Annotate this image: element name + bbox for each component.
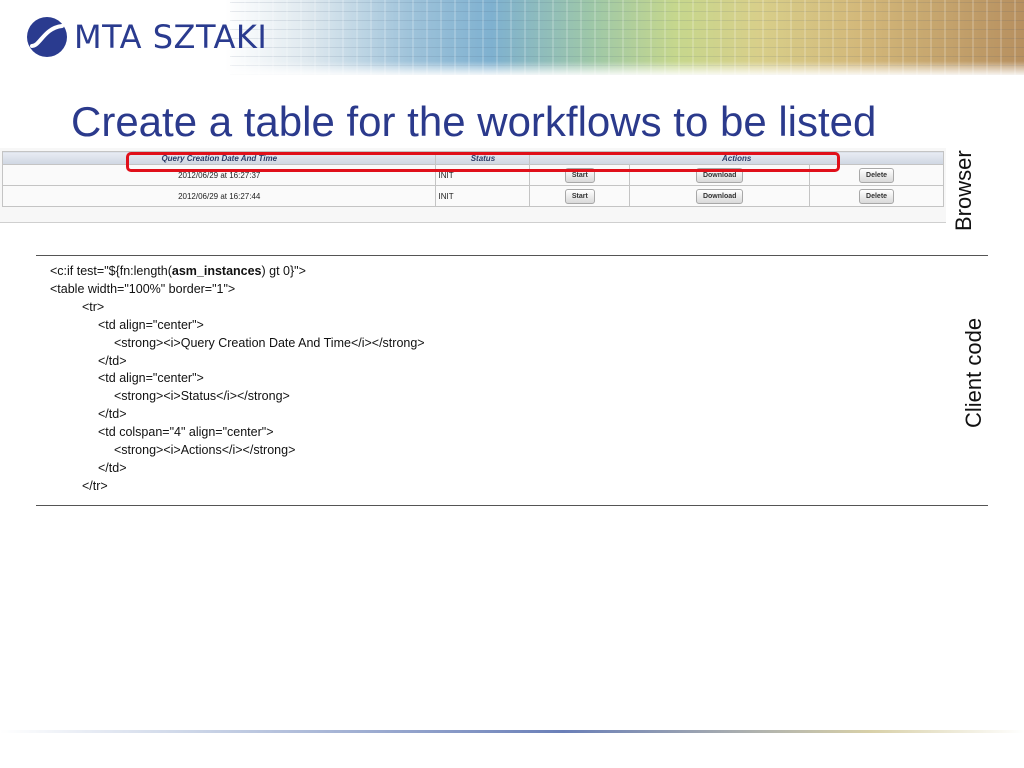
client-code-block: <c:if test="${fn:length(asm_instances) g…	[50, 263, 425, 496]
row-status: INIT	[435, 185, 531, 207]
code-line: </td>	[98, 353, 127, 368]
sztaki-logo-icon	[27, 17, 67, 57]
delete-button[interactable]: Delete	[859, 188, 895, 204]
workflow-table: Query Creation Date And Time Status Acti…	[1, 151, 944, 207]
code-line: </td>	[98, 460, 127, 475]
row-status: INIT	[435, 164, 531, 186]
code-line: <td align="center">	[98, 371, 204, 386]
footer-line	[0, 730, 1024, 733]
row-date: 2012/06/29 at 16:27:44	[1, 185, 437, 207]
code-line: <td align="center">	[98, 317, 204, 332]
table-row: 2012/06/29 at 16:27:44 INIT Start Downlo…	[1, 185, 944, 207]
code-line: <strong><i>Status</i></strong>	[114, 389, 290, 404]
browser-label: Browser	[951, 150, 976, 231]
code-line: <tr>	[82, 299, 105, 314]
code-line: <strong><i>Actions</i></strong>	[114, 443, 296, 458]
table-row: 2012/06/29 at 16:27:37 INIT Start Downlo…	[1, 164, 944, 186]
download-button[interactable]: Download	[695, 188, 744, 204]
code-line: <strong><i>Query Creation Date And Time<…	[114, 335, 425, 350]
browser-screenshot: Query Creation Date And Time Status Acti…	[0, 148, 946, 223]
code-line: <td colspan="4" align="center">	[98, 425, 274, 440]
table-header-row: Query Creation Date And Time Status Acti…	[1, 151, 944, 165]
code-bottom-divider	[36, 505, 988, 506]
header-actions: Actions	[529, 151, 944, 165]
banner-fade	[0, 61, 1024, 75]
code-line: </tr>	[82, 478, 108, 493]
code-highlight: asm_instances	[171, 264, 262, 278]
start-button[interactable]: Start	[564, 188, 595, 204]
delete-button[interactable]: Delete	[859, 167, 895, 183]
code-line: </td>	[98, 407, 127, 422]
code-line: <table width="100%" border="1">	[50, 281, 236, 296]
header-status: Status	[435, 151, 531, 165]
code-line: <c:if test="${fn:length(asm_instances) g…	[50, 264, 306, 278]
logo: MTA SZTAKI	[26, 15, 267, 59]
header-banner: MTA SZTAKI	[0, 0, 1024, 75]
slide-title: Create a table for the workflows to be l…	[71, 98, 877, 145]
download-button[interactable]: Download	[695, 167, 744, 183]
code-top-divider	[36, 255, 988, 256]
client-code-label: Client code	[961, 317, 986, 428]
row-date: 2012/06/29 at 16:27:37	[1, 164, 437, 186]
header-date: Query Creation Date And Time	[1, 151, 437, 165]
logo-text: MTA SZTAKI	[74, 18, 268, 56]
start-button[interactable]: Start	[564, 167, 595, 183]
